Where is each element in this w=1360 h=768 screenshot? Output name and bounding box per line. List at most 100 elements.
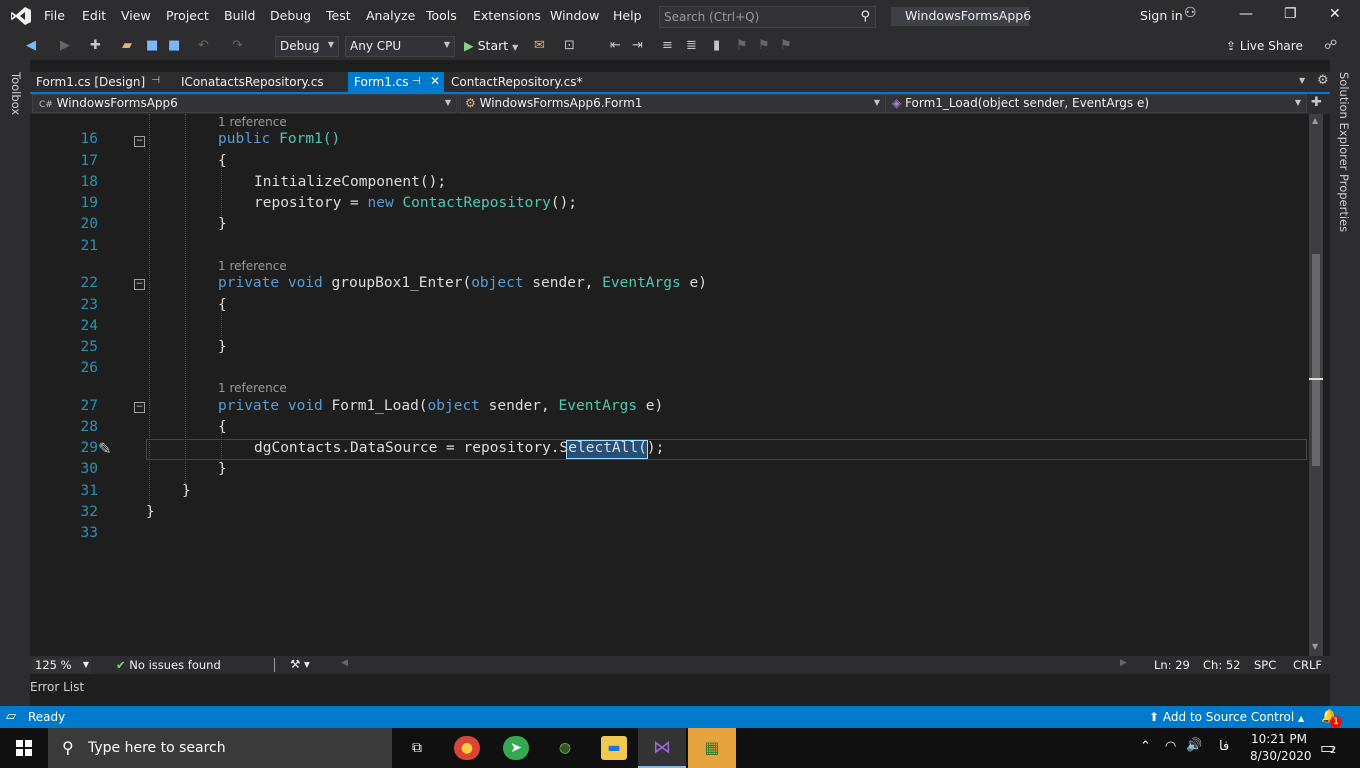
configuration-select[interactable]: Debug ▼ xyxy=(275,36,339,57)
close-icon[interactable]: ✕ xyxy=(1329,6,1341,22)
code-editor[interactable]: − − − 16 17 18 19 20 21 22 23 24 25 26 2… xyxy=(30,114,1330,656)
add-to-source-control-button[interactable]: ⬆ Add to Source Control ▲ xyxy=(1149,710,1304,724)
menu-help[interactable]: Help xyxy=(613,8,642,23)
new-project-icon[interactable]: ✚ xyxy=(90,38,101,53)
menu-project[interactable]: Project xyxy=(166,8,209,23)
error-list-tab[interactable]: Error List xyxy=(30,680,130,694)
code-cleanup-icon[interactable]: ⚒ ▾ xyxy=(290,657,310,671)
redo-icon[interactable]: ↷ xyxy=(232,38,243,53)
step-over-icon[interactable]: ⇥ xyxy=(632,38,643,53)
menu-debug[interactable]: Debug xyxy=(270,8,311,23)
solution-explorer-tab[interactable]: Solution Explorer xyxy=(1337,72,1351,170)
quick-actions-screwdriver-icon[interactable]: ✎ xyxy=(98,439,111,458)
input-language[interactable]: فا xyxy=(1219,739,1229,754)
chevron-up-icon[interactable]: ⌃ xyxy=(1140,739,1151,754)
zoom-select[interactable]: 125 % ▼ xyxy=(33,658,91,673)
menu-build[interactable]: Build xyxy=(224,8,255,23)
pin-icon[interactable]: ⊣ xyxy=(412,76,421,87)
search-icon: ⚲ xyxy=(860,9,870,24)
winforms-app-taskbar-button[interactable]: ▦ xyxy=(688,728,736,768)
collapse-toggle[interactable]: − xyxy=(134,402,145,413)
toolbox-tab[interactable]: Toolbox xyxy=(9,72,23,115)
menu-extensions[interactable]: Extensions xyxy=(473,8,541,23)
member-dropdown[interactable]: ◈ Form1_Load(object sender, EventArgs e)… xyxy=(885,94,1307,113)
tab-form1-cs[interactable]: Form1.cs ⊣ ✕ xyxy=(348,72,444,92)
close-tab-icon[interactable]: ✕ xyxy=(430,74,440,88)
left-tool-strip: Toolbox xyxy=(0,60,30,708)
whitespace-indicator[interactable]: SPC xyxy=(1254,658,1276,672)
wifi-icon[interactable]: ◠ xyxy=(1165,739,1176,754)
windows-start-icon[interactable] xyxy=(16,740,32,756)
uncomment-icon[interactable]: ≣ xyxy=(686,38,697,53)
tab-icontactsrepository[interactable]: IConatactsRepository.cs xyxy=(175,72,325,92)
menu-analyze[interactable]: Analyze xyxy=(366,8,415,23)
network-app-icon[interactable]: ◍ xyxy=(552,736,578,760)
tab-form1-design[interactable]: Form1.cs [Design] ⊣ xyxy=(30,72,168,92)
menu-view[interactable]: View xyxy=(121,8,151,23)
codelens-reference[interactable]: 1 reference xyxy=(218,381,287,395)
start-button[interactable]: ▶ Start ▼ xyxy=(464,38,518,53)
search-input[interactable]: Search (Ctrl+Q) ⚲ xyxy=(659,6,876,28)
task-view-icon[interactable]: ⧉ xyxy=(404,736,430,760)
next-bookmark-icon[interactable]: ⚑ xyxy=(758,38,770,53)
visual-studio-logo-icon[interactable] xyxy=(10,6,32,26)
scroll-down-icon[interactable]: ▼ xyxy=(1312,642,1318,651)
menu-window[interactable]: Window xyxy=(550,8,599,23)
line-ending-indicator[interactable]: CRLF xyxy=(1293,658,1322,672)
clear-bookmarks-icon[interactable]: ⚑ xyxy=(780,38,792,53)
save-icon[interactable]: ■ xyxy=(146,38,158,53)
comment-icon[interactable]: ≡ xyxy=(662,38,673,53)
scroll-left-icon[interactable]: ◀ xyxy=(341,658,348,668)
settings-gear-icon[interactable]: ⚙ xyxy=(1317,73,1329,88)
sign-in-link[interactable]: Sign in xyxy=(1140,8,1183,23)
browser-link-icon[interactable]: ✉ xyxy=(534,38,545,53)
line-indicator[interactable]: Ln: 29 xyxy=(1154,658,1190,672)
forward-icon[interactable]: ▶ xyxy=(60,38,70,53)
collapse-toggle[interactable]: − xyxy=(134,136,145,147)
vertical-scrollbar[interactable]: ▲ ▼ xyxy=(1309,114,1323,656)
codelens-reference[interactable]: 1 reference xyxy=(218,259,287,273)
menu-file[interactable]: File xyxy=(44,8,65,23)
telegram-icon[interactable]: ➤ xyxy=(503,736,529,760)
platform-select[interactable]: Any CPU ▼ xyxy=(345,36,455,57)
back-icon[interactable]: ◀ xyxy=(26,38,36,53)
properties-tab[interactable]: Properties xyxy=(1337,174,1351,232)
undo-icon[interactable]: ↶ xyxy=(198,38,209,53)
clock-time[interactable]: 10:21 PM xyxy=(1251,732,1307,746)
scroll-right-icon[interactable]: ▶ xyxy=(1120,658,1127,668)
project-dropdown[interactable]: C# WindowsFormsApp6 ▼ xyxy=(32,94,457,113)
volume-icon[interactable]: 🔊 xyxy=(1186,738,1202,753)
chrome-icon[interactable]: ● xyxy=(454,736,480,760)
taskbar-search-input[interactable]: ⚲ Type here to search xyxy=(48,728,392,768)
menu-edit[interactable]: Edit xyxy=(82,8,106,23)
split-editor-icon[interactable]: ✚ xyxy=(1311,95,1322,110)
live-share-button[interactable]: ⇪ Live Share xyxy=(1226,39,1303,53)
restore-icon[interactable]: ❐ xyxy=(1284,6,1297,22)
menu-test[interactable]: Test xyxy=(326,8,351,23)
codelens-reference[interactable]: 1 reference xyxy=(218,115,287,129)
feedback-icon[interactable]: ☍ xyxy=(1324,38,1337,53)
tab-contactrepository[interactable]: ContactRepository.cs* xyxy=(445,72,582,92)
tab-overflow-icon[interactable]: ▼ xyxy=(1299,76,1305,85)
visual-studio-taskbar-button[interactable]: ⋈ xyxy=(638,728,686,768)
column-indicator[interactable]: Ch: 52 xyxy=(1203,658,1240,672)
account-icon[interactable]: ⚇ xyxy=(1184,5,1197,21)
type-name: ContactRepository xyxy=(402,195,551,211)
issues-indicator[interactable]: ✔ No issues found xyxy=(116,658,221,672)
output-window-icon[interactable]: ▱ xyxy=(6,709,16,724)
minimize-icon[interactable]: — xyxy=(1239,6,1253,22)
scroll-up-icon[interactable]: ▲ xyxy=(1312,116,1318,125)
clock-date[interactable]: 8/30/2020 xyxy=(1250,749,1312,763)
class-dropdown[interactable]: ⚙ WindowsFormsApp6.Form1 ▼ xyxy=(458,94,886,113)
collapse-toggle[interactable]: − xyxy=(134,279,145,290)
menu-tools[interactable]: Tools xyxy=(426,8,457,23)
file-explorer-icon[interactable]: ▬ xyxy=(601,736,627,760)
bookmark-icon[interactable]: ▮ xyxy=(713,38,720,53)
step-into-icon[interactable]: ⇤ xyxy=(610,38,621,53)
publish-icon[interactable]: ⊡ xyxy=(564,38,575,53)
scrollbar-thumb[interactable] xyxy=(1312,254,1320,466)
prev-bookmark-icon[interactable]: ⚑ xyxy=(736,38,748,53)
pin-icon[interactable]: ⊣ xyxy=(151,75,160,86)
open-folder-icon[interactable]: ▰ xyxy=(122,38,132,53)
save-all-icon[interactable]: ■ xyxy=(168,38,180,53)
